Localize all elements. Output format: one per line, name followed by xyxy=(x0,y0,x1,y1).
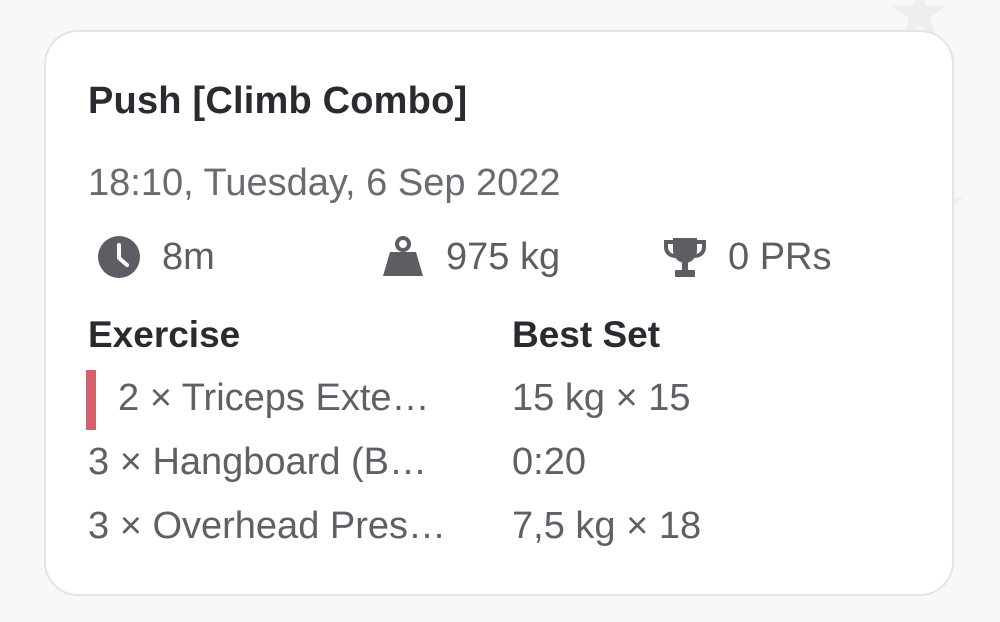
table-row[interactable]: 3 × Overhead Pres… 7,5 kg × 18 xyxy=(46,496,952,556)
stat-volume: 975 kg xyxy=(380,232,560,282)
workout-title: Push [Climb Combo] xyxy=(88,80,468,122)
exercise-column-header: Exercise xyxy=(88,314,241,355)
trophy-icon xyxy=(662,234,708,280)
best-set-column-header: Best Set xyxy=(512,314,661,355)
clock-icon xyxy=(96,234,142,280)
workout-stats: 8m 975 kg 0 PRs xyxy=(46,232,952,282)
stat-prs: 0 PRs xyxy=(662,232,831,282)
workout-card[interactable]: Push [Climb Combo] 18:10, Tuesday, 6 Sep… xyxy=(44,30,954,596)
table-row[interactable]: 3 × Hangboard (B… 0:20 xyxy=(46,432,952,492)
exercise-name: 3 × Hangboard (B… xyxy=(88,441,428,483)
best-set-value: 7,5 kg × 18 xyxy=(512,505,702,547)
volume-value: 975 kg xyxy=(446,235,561,278)
duration-value: 8m xyxy=(162,235,215,278)
stat-duration: 8m xyxy=(96,232,215,282)
best-set-value: 0:20 xyxy=(512,441,586,483)
page-background: ★ ★ ★ ★ ★ Push [Climb Combo] 18:10, Tues… xyxy=(0,0,1000,622)
exercise-name: 3 × Overhead Pres… xyxy=(88,505,447,547)
exercise-highlight-bar xyxy=(86,370,96,430)
prs-value: 0 PRs xyxy=(728,235,832,278)
table-row[interactable]: 2 × Triceps Exte… 15 kg × 15 xyxy=(46,368,952,430)
best-set-value: 15 kg × 15 xyxy=(512,377,691,419)
workout-datetime: 18:10, Tuesday, 6 Sep 2022 xyxy=(88,162,561,204)
exercise-name: 2 × Triceps Exte… xyxy=(118,377,430,419)
weight-icon xyxy=(380,234,426,280)
